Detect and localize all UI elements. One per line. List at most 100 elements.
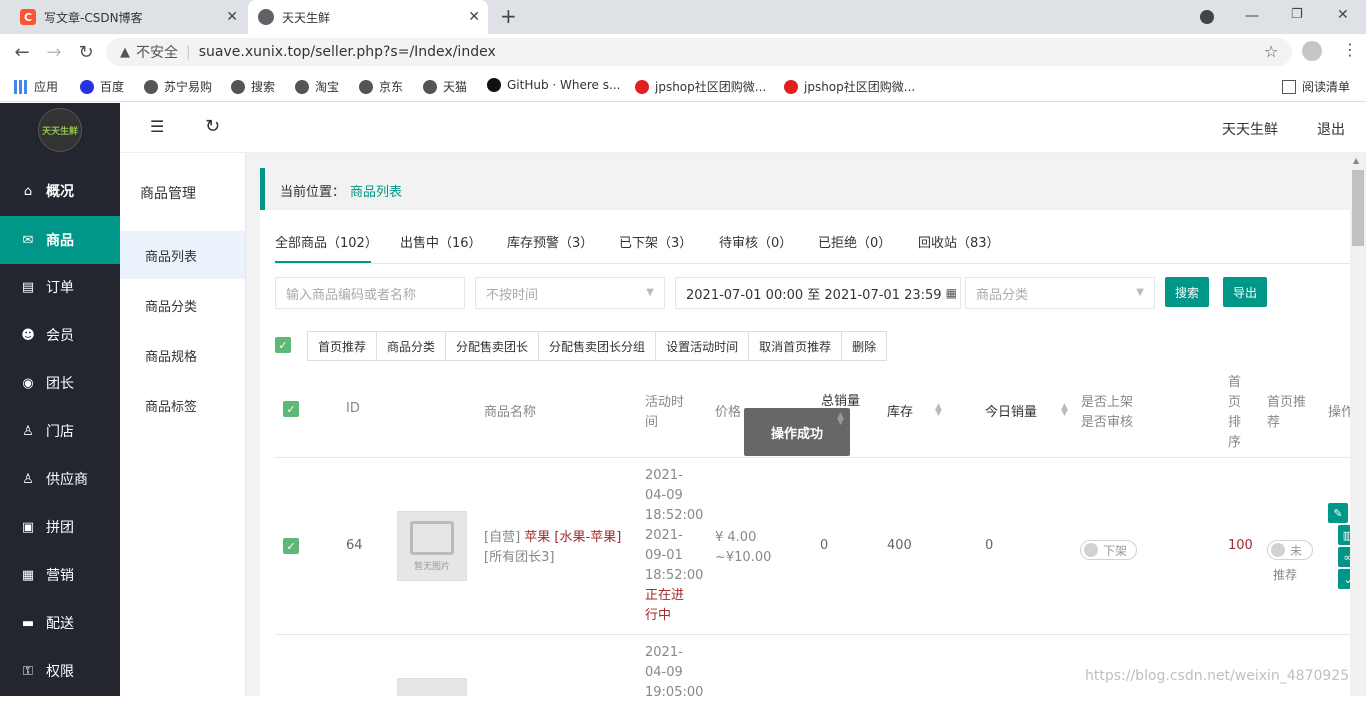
- time-line: 18:52:00: [645, 508, 704, 523]
- profile-avatar[interactable]: [1302, 41, 1322, 61]
- tab-title: 天天生鲜: [282, 10, 331, 25]
- keyword-input[interactable]: 输入商品编码或者名称: [275, 277, 465, 309]
- tab-pending[interactable]: 待审核（0）: [719, 232, 792, 251]
- search-button[interactable]: 搜索: [1165, 277, 1209, 307]
- menu-dots-icon[interactable]: ⋮: [1342, 40, 1358, 59]
- reload-icon[interactable]: ↻: [76, 42, 96, 63]
- rank-value[interactable]: 100: [1228, 538, 1253, 553]
- reading-list[interactable]: 阅读清单: [1282, 78, 1350, 95]
- batch-home-recommend[interactable]: 首页推荐: [308, 332, 378, 360]
- tab-recycle[interactable]: 回收站（83）: [918, 232, 1000, 251]
- header-checkbox[interactable]: ✓: [283, 401, 299, 417]
- batch-assign-leader-group[interactable]: 分配售卖团长分组: [539, 332, 657, 360]
- sort-icon[interactable]: ▲ ▼: [1061, 403, 1068, 418]
- select-all-checkbox[interactable]: ✓: [275, 337, 291, 353]
- bookmark-label: jpshop社区团购微...: [655, 80, 767, 94]
- breadcrumb-current[interactable]: 商品列表: [350, 181, 402, 200]
- forward-icon[interactable]: →: [44, 42, 64, 63]
- member-icon: ☻: [21, 327, 35, 343]
- edit-icon[interactable]: ✎: [1328, 503, 1348, 523]
- batch-cancel-recommend[interactable]: 取消首页推荐: [749, 332, 843, 360]
- bookmark-label: GitHub · Where s...: [507, 78, 621, 92]
- batch-category[interactable]: 商品分类: [377, 332, 447, 360]
- restore-icon[interactable]: ❐: [1291, 7, 1303, 22]
- sidebar-item-overview[interactable]: ⌂ 概况: [0, 167, 120, 215]
- tab-on-sale[interactable]: 出售中（16）: [400, 232, 482, 251]
- refresh-icon[interactable]: ↻: [205, 116, 220, 137]
- bookmark-search[interactable]: 搜索: [231, 78, 275, 95]
- bookmark-suning[interactable]: 苏宁易购: [144, 78, 212, 95]
- switch-knob: [1084, 543, 1098, 557]
- recommend-switch[interactable]: 未: [1267, 540, 1313, 560]
- collapse-menu-icon[interactable]: ☰: [150, 117, 164, 136]
- logout-link[interactable]: 退出: [1317, 119, 1345, 139]
- bookmark-label: 京东: [379, 80, 404, 94]
- tab-search-icon[interactable]: [1200, 10, 1214, 24]
- scrollbar-thumb[interactable]: [1352, 170, 1364, 246]
- sidebar-item-members[interactable]: ☻ 会员: [0, 311, 120, 359]
- calendar-icon: ▦: [945, 286, 957, 300]
- category-select[interactable]: 商品分类 ▼: [965, 277, 1155, 309]
- close-tab-icon[interactable]: ✕: [226, 9, 238, 25]
- col-total-sales[interactable]: 总销量: [821, 390, 860, 409]
- sidebar-item-group[interactable]: ▣ 拼团: [0, 503, 120, 551]
- back-icon[interactable]: ←: [12, 42, 32, 63]
- onsale-switch[interactable]: 下架: [1080, 540, 1137, 560]
- scroll-up-icon[interactable]: ▲: [1353, 156, 1359, 165]
- tab-off-shelf[interactable]: 已下架（3）: [619, 232, 692, 251]
- sort-icon[interactable]: ▲ ▼: [935, 403, 942, 418]
- time-select[interactable]: 不按时间 ▼: [475, 277, 665, 309]
- sidebar-item-label: 营销: [46, 568, 74, 584]
- sidebar-item-marketing[interactable]: ▦ 营销: [0, 551, 120, 599]
- sidebar-item-label: 概况: [46, 184, 74, 200]
- row-checkbox[interactable]: ✓: [283, 538, 299, 554]
- col-today-sales[interactable]: 今日销量: [985, 401, 1037, 420]
- tab-rejected[interactable]: 已拒绝（0）: [818, 232, 891, 251]
- bookmark-jpshop-1[interactable]: jpshop社区团购微...: [635, 78, 766, 95]
- batch-delete[interactable]: 删除: [842, 332, 886, 360]
- bookmark-label: 淘宝: [315, 80, 340, 94]
- close-tab-icon[interactable]: ✕: [468, 9, 480, 25]
- subnav-item-goods-category[interactable]: 商品分类: [120, 281, 245, 329]
- minimize-icon[interactable]: —: [1245, 8, 1259, 24]
- baidu-icon: [80, 79, 94, 94]
- browser-tab-csdn[interactable]: C 写文章-CSDN博客 ✕: [10, 0, 246, 34]
- tab-all[interactable]: 全部商品（102）: [275, 232, 378, 251]
- product-name[interactable]: [自营] 苹果 [水果-苹果] [所有团长3]: [484, 528, 629, 568]
- globe-icon: [423, 79, 437, 94]
- logo[interactable]: 天天生鲜: [38, 108, 82, 152]
- col-stock[interactable]: 库存: [887, 401, 913, 420]
- sidebar-item-stores[interactable]: ♙ 门店: [0, 407, 120, 455]
- sidebar-item-permissions[interactable]: ⚿ 权限: [0, 647, 120, 695]
- activity-time: 2021- 04-09 18:52:00 2021- 09-01 18:52:0…: [645, 466, 703, 626]
- reading-list-label: 阅读清单: [1302, 80, 1351, 94]
- sidebar-item-delivery[interactable]: ▬ 配送: [0, 599, 120, 647]
- browser-tab-active[interactable]: 天天生鲜 ✕: [248, 0, 488, 34]
- sidebar-item-goods[interactable]: ✉ 商品: [0, 216, 120, 264]
- sidebar-item-leaders[interactable]: ◉ 团长: [0, 359, 120, 407]
- date-range-input[interactable]: 2021-07-01 00:00 至 2021-07-01 23:59 ▦: [675, 277, 961, 309]
- bookmark-tmall[interactable]: 天猫: [423, 78, 467, 95]
- url-bar[interactable]: ▲ 不安全 | suave.xunix.top/seller.php?s=/In…: [106, 38, 1292, 66]
- new-tab-icon[interactable]: +: [500, 4, 517, 28]
- shop-name[interactable]: 天天生鲜: [1222, 119, 1278, 139]
- bookmark-taobao[interactable]: 淘宝: [295, 78, 339, 95]
- sidebar-item-suppliers[interactable]: ♙ 供应商: [0, 455, 120, 503]
- export-button[interactable]: 导出: [1223, 277, 1267, 307]
- category-placeholder: 商品分类: [976, 287, 1029, 303]
- bookmark-github[interactable]: GitHub · Where s...: [487, 78, 620, 92]
- bookmark-baidu[interactable]: 百度: [80, 78, 124, 95]
- bookmark-apps[interactable]: 应用: [14, 78, 58, 95]
- close-window-icon[interactable]: ✕: [1337, 7, 1349, 23]
- subnav-item-goods-list[interactable]: 商品列表: [120, 231, 245, 279]
- batch-assign-leader[interactable]: 分配售卖团长: [446, 332, 540, 360]
- sidebar-item-orders[interactable]: ▤ 订单: [0, 263, 120, 311]
- bookmark-jpshop-2[interactable]: jpshop社区团购微...: [784, 78, 915, 95]
- tab-stock-alert[interactable]: 库存预警（3）: [507, 232, 593, 251]
- subnav-item-goods-tags[interactable]: 商品标签: [120, 381, 245, 429]
- subnav-item-goods-spec[interactable]: 商品规格: [120, 331, 245, 379]
- sort-icon[interactable]: ▲ ▼: [837, 412, 844, 427]
- bookmark-jd[interactable]: 京东: [359, 78, 403, 95]
- bookmark-star-icon[interactable]: ☆: [1264, 42, 1278, 61]
- batch-set-time[interactable]: 设置活动时间: [656, 332, 750, 360]
